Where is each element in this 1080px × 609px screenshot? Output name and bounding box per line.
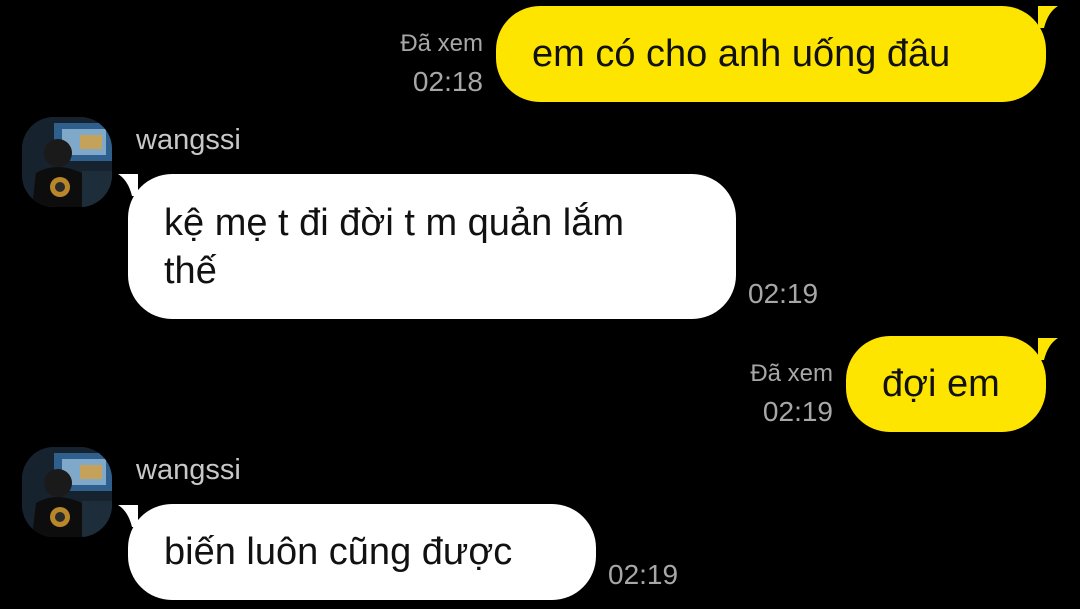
message-text: em có cho anh uống đâu xyxy=(532,33,951,75)
seen-status: Đã xem xyxy=(400,30,483,57)
message-text-line: thế xyxy=(164,249,217,292)
outgoing-message-bubble[interactable]: đợi em xyxy=(846,336,1046,432)
seen-status: Đã xem xyxy=(750,360,833,387)
avatar[interactable] xyxy=(22,447,112,537)
incoming-message-bubble[interactable]: biến luôn cũng được xyxy=(128,504,596,600)
message-time: 02:19 xyxy=(608,559,679,590)
incoming-message-bubble[interactable]: kệ mẹ t đi đời t m quản lắm thế xyxy=(128,174,736,319)
sender-name: wangssi xyxy=(136,124,241,156)
avatar-photo-icon xyxy=(22,447,112,537)
message-time: 02:19 xyxy=(748,278,819,309)
bubble-tail-icon xyxy=(1038,6,1058,28)
message-meta: Đã xem 02:19 xyxy=(750,355,833,431)
sender-name: wangssi xyxy=(136,454,241,486)
message-time: 02:18 xyxy=(412,66,483,97)
message-meta: Đã xem 02:18 xyxy=(400,25,483,101)
message-time: 02:19 xyxy=(762,396,833,427)
avatar[interactable] xyxy=(22,117,112,207)
avatar-photo-icon xyxy=(22,117,112,207)
message-text: đợi em xyxy=(882,363,1000,405)
message-text-line: kệ mẹ t đi đời t m quản lắm xyxy=(164,201,624,244)
chat-thread: Đã xem 02:18 em có cho anh uống đâu wang… xyxy=(0,0,1080,609)
outgoing-message-bubble[interactable]: em có cho anh uống đâu xyxy=(496,6,1046,102)
bubble-tail-icon xyxy=(1038,338,1058,360)
message-text: kệ mẹ t đi đời t m quản lắm thế xyxy=(164,199,624,295)
message-text: biến luôn cũng được xyxy=(164,531,513,573)
